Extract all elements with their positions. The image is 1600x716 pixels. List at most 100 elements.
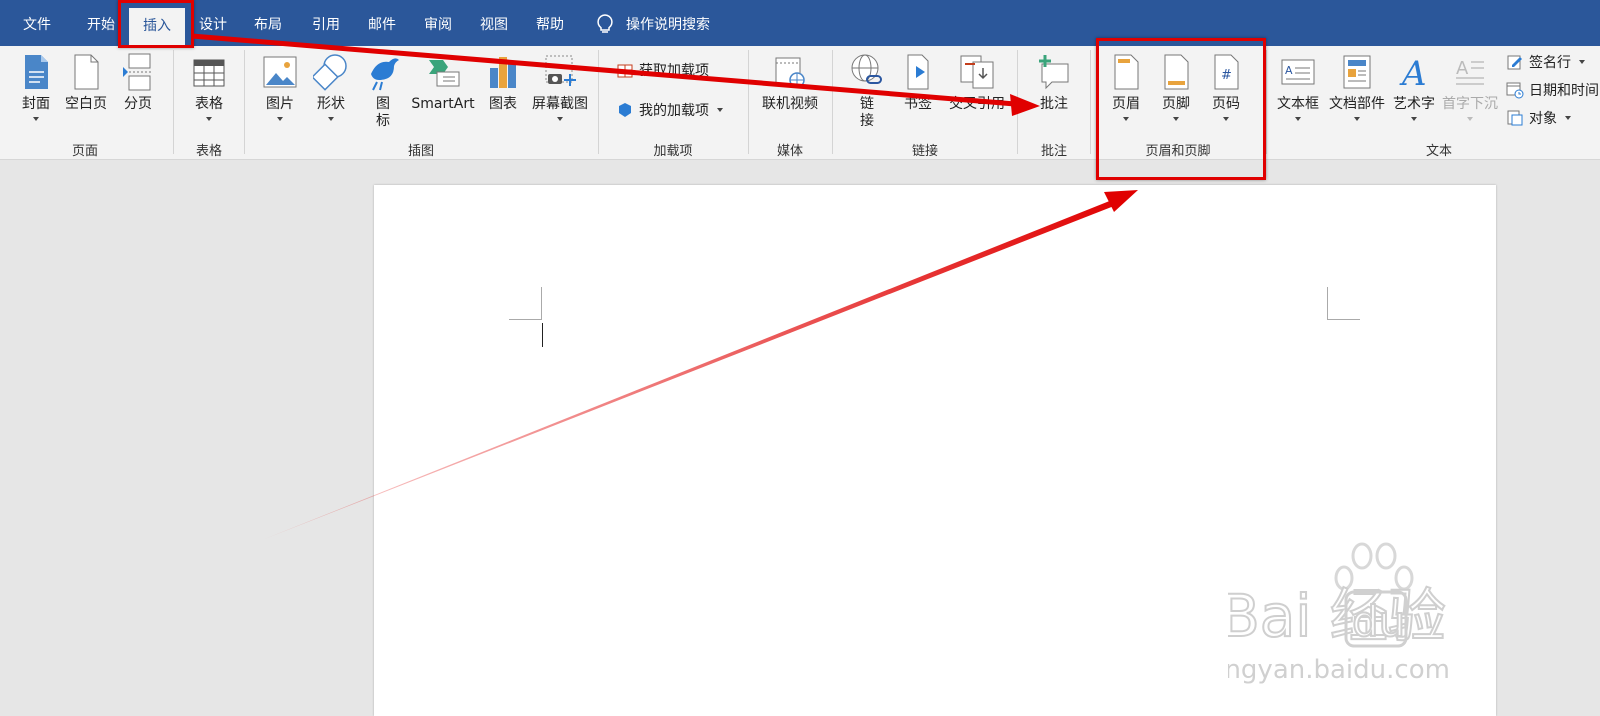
tell-me-search[interactable]: 操作说明搜索: [594, 12, 710, 36]
comment-button[interactable]: 批注: [1034, 52, 1074, 113]
object-button[interactable]: 对象: [1506, 108, 1571, 128]
link-button[interactable]: 链 接: [848, 52, 886, 130]
bookmark-icon: [907, 54, 929, 90]
online-video-button[interactable]: 联机视频: [758, 52, 822, 113]
text-box-icon: A: [1281, 59, 1315, 85]
bird-icon: [371, 58, 399, 91]
tab-mailings[interactable]: 邮件: [365, 0, 399, 46]
group-divider: [598, 50, 599, 154]
smartart-button[interactable]: SmartArt: [408, 52, 478, 113]
group-label-comments: 批注: [1040, 144, 1067, 159]
table-label: 表格: [195, 96, 223, 112]
quick-parts-label: 文档部件: [1329, 96, 1385, 112]
crop-mark-top-left: [509, 287, 542, 320]
chevron-down-icon[interactable]: [1565, 116, 1571, 120]
quick-parts-button[interactable]: 文档部件: [1327, 52, 1387, 121]
object-label: 对象: [1529, 111, 1557, 127]
cover-page-button[interactable]: 封面: [16, 52, 56, 121]
cube-icon: [619, 103, 631, 117]
page-break-button[interactable]: 分页: [118, 52, 158, 113]
chevron-down-icon[interactable]: [1579, 60, 1585, 64]
new-comment-icon: [1039, 55, 1069, 90]
bookmark-button[interactable]: 书签: [898, 52, 938, 113]
wordart-button[interactable]: A 艺术字: [1390, 52, 1438, 121]
chart-button[interactable]: 图表: [483, 52, 523, 113]
shapes-label: 形状: [317, 96, 345, 112]
pictures-label: 图片: [266, 96, 294, 112]
group-divider: [832, 50, 833, 154]
chevron-down-icon[interactable]: [33, 117, 39, 121]
picture-icon: [263, 56, 297, 88]
chart-label: 图表: [489, 96, 517, 112]
shapes-button[interactable]: 形状: [311, 52, 351, 121]
screenshot-icon: [545, 55, 576, 86]
svg-text:A: A: [1399, 54, 1427, 92]
object-icon: [1507, 110, 1523, 126]
get-addins-button[interactable]: 获取加载项: [616, 60, 709, 80]
signature-line-button[interactable]: 签名行: [1506, 52, 1585, 72]
group-divider: [173, 50, 174, 154]
watermark-brand: Bai 经验: [1228, 582, 1446, 650]
cross-reference-icon: [960, 55, 994, 89]
my-addins-label: 我的加载项: [639, 103, 709, 119]
chevron-down-icon[interactable]: [277, 117, 283, 121]
svg-text:A: A: [1285, 64, 1293, 77]
group-label-links: 链接: [911, 144, 938, 159]
icons-label-line1: 图: [376, 96, 390, 112]
drop-cap-button[interactable]: A 首字下沉: [1440, 52, 1500, 121]
baidu-jingyan-watermark: Bai 经验 du jingyan.baidu.com: [1228, 542, 1450, 685]
group-label-media: 媒体: [776, 144, 803, 159]
cross-reference-button[interactable]: 交叉引用: [945, 52, 1009, 113]
group-divider: [748, 50, 749, 154]
chevron-down-icon[interactable]: [1354, 117, 1360, 121]
tab-design[interactable]: 设计: [196, 0, 230, 46]
shapes-icon: [313, 54, 347, 91]
cover-page-icon: [25, 55, 48, 89]
icons-button[interactable]: 图 标: [365, 52, 401, 130]
tab-layout[interactable]: 布局: [251, 0, 285, 46]
table-button[interactable]: 表格: [189, 52, 229, 121]
watermark-url: jingyan.baidu.com: [1228, 655, 1450, 685]
smartart-icon: [429, 60, 460, 87]
chevron-down-icon[interactable]: [557, 117, 563, 121]
tab-home[interactable]: 开始: [84, 0, 118, 46]
date-time-button[interactable]: 日期和时间: [1506, 80, 1599, 100]
group-label-addins: 加载项: [653, 144, 693, 159]
text-box-button[interactable]: A 文本框: [1273, 52, 1323, 121]
chevron-down-icon[interactable]: [1467, 117, 1473, 121]
globe-link-icon: [851, 54, 882, 84]
blank-page-label: 空白页: [65, 96, 107, 112]
store-icon: [617, 64, 633, 78]
tab-view[interactable]: 视图: [477, 0, 511, 46]
text-cursor: [542, 323, 543, 347]
ribbon-tab-bar: 文件 开始 插入 设计 布局 引用 邮件 审阅 视图 帮助 操作说明搜索: [0, 0, 1600, 46]
group-label-tables: 表格: [195, 144, 222, 159]
text-box-label: 文本框: [1277, 96, 1319, 112]
drop-cap-label: 首字下沉: [1442, 96, 1498, 112]
signature-line-label: 签名行: [1529, 55, 1571, 71]
screenshot-button[interactable]: 屏幕截图: [528, 52, 592, 121]
wordart-label: 艺术字: [1393, 96, 1435, 112]
chevron-down-icon[interactable]: [206, 117, 212, 121]
chevron-down-icon[interactable]: [717, 108, 723, 112]
group-divider: [1017, 50, 1018, 154]
chevron-down-icon[interactable]: [1411, 117, 1417, 121]
my-addins-button[interactable]: 我的加载项: [616, 100, 723, 120]
page-break-label: 分页: [124, 96, 152, 112]
chevron-down-icon[interactable]: [328, 117, 334, 121]
pictures-button[interactable]: 图片: [261, 52, 299, 121]
tab-references[interactable]: 引用: [309, 0, 343, 46]
tell-me-label: 操作说明搜索: [626, 17, 710, 33]
bookmark-label: 书签: [904, 96, 932, 112]
tab-help[interactable]: 帮助: [533, 0, 567, 46]
blank-page-button[interactable]: 空白页: [63, 52, 109, 113]
page-break-icon: [123, 53, 153, 91]
online-video-label: 联机视频: [762, 96, 818, 112]
smartart-label: SmartArt: [411, 96, 475, 112]
svg-text:du: du: [1352, 597, 1405, 646]
tab-file[interactable]: 文件: [20, 0, 54, 46]
group-label-pages: 页面: [71, 144, 98, 159]
chevron-down-icon[interactable]: [1295, 117, 1301, 121]
comment-label: 批注: [1040, 96, 1068, 112]
tab-review[interactable]: 审阅: [421, 0, 455, 46]
